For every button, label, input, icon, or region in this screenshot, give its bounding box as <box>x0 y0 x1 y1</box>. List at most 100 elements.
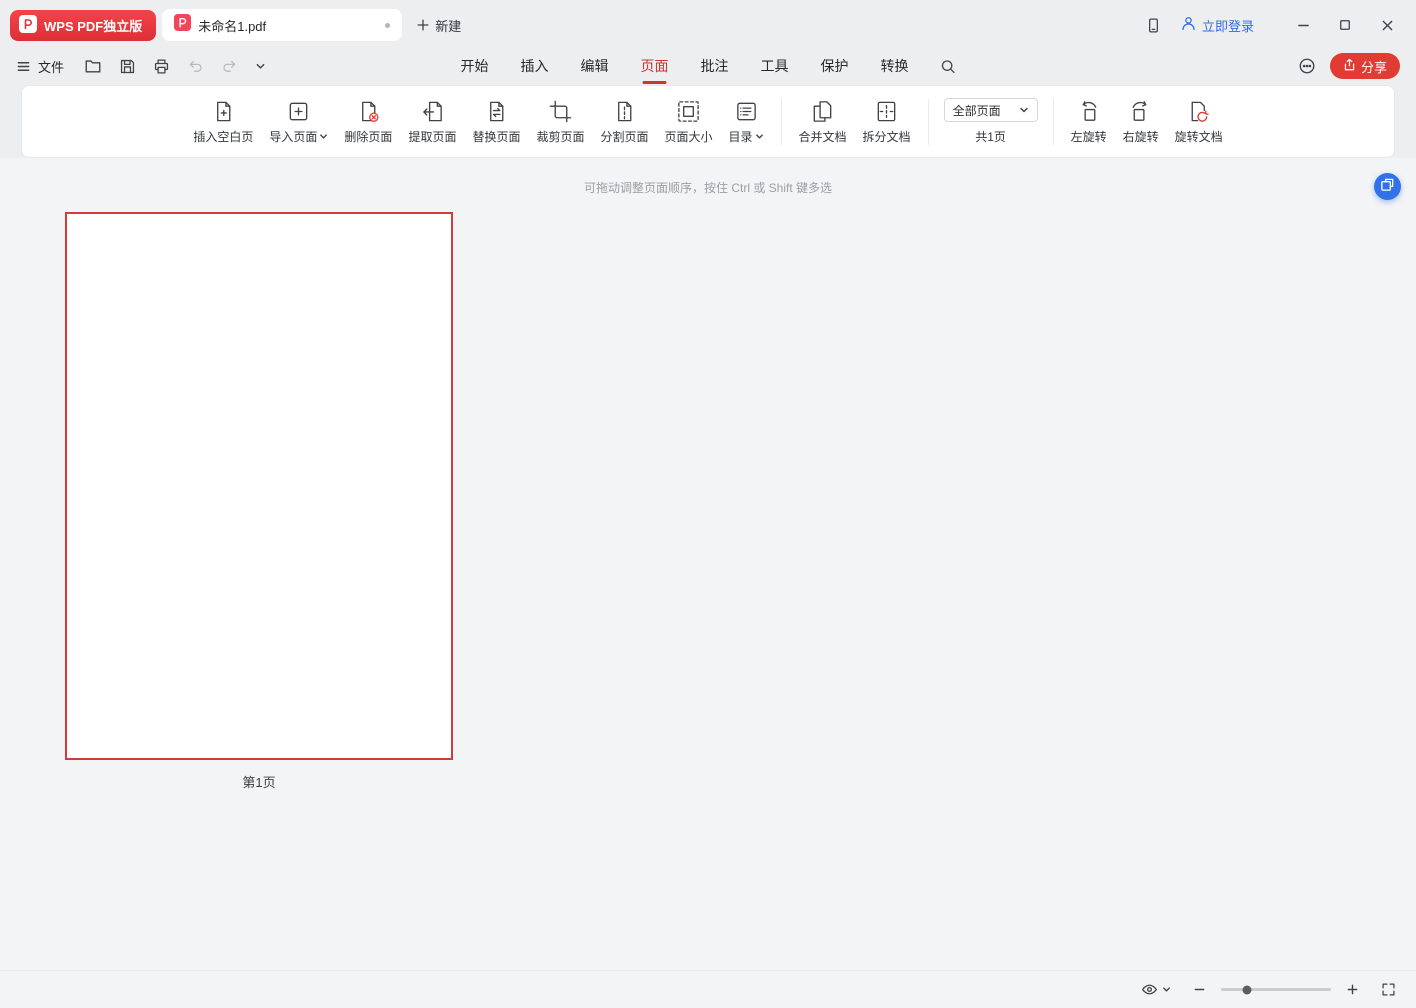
table-of-contents-icon <box>734 99 759 124</box>
tab-edit[interactable]: 编辑 <box>580 52 610 80</box>
login-button[interactable]: 立即登录 <box>1180 15 1254 35</box>
print-icon[interactable] <box>153 58 170 75</box>
ribbon-divider <box>928 99 929 145</box>
tab-start[interactable]: 开始 <box>460 52 490 80</box>
search-icon[interactable] <box>940 58 957 75</box>
page-size-icon <box>676 99 701 124</box>
mobile-view-icon[interactable] <box>1145 17 1162 34</box>
file-menu-label: 文件 <box>38 57 64 76</box>
floating-panel-button[interactable] <box>1374 173 1401 200</box>
ribbon-button-replace-pages[interactable]: 替换页面 <box>464 94 528 150</box>
ribbon-button-page-size[interactable]: 页面大小 <box>657 94 721 150</box>
tab-annotate[interactable]: 批注 <box>700 52 730 80</box>
chevron-down-icon <box>755 132 764 141</box>
app-badge-label: WPS PDF独立版 <box>44 16 142 35</box>
plus-icon <box>416 18 430 32</box>
ribbon-button-delete-pages[interactable]: 删除页面 <box>336 94 400 150</box>
eye-icon <box>1141 981 1158 998</box>
tab-protect[interactable]: 保护 <box>820 52 850 80</box>
undo-icon[interactable] <box>187 58 204 75</box>
drag-hint-text: 可拖动调整页面顺序，按住 Ctrl 或 Shift 键多选 <box>0 179 1416 196</box>
menu-tabs: 开始 插入 编辑 页面 批注 工具 保护 转换 <box>460 52 957 80</box>
close-button[interactable] <box>1372 10 1402 40</box>
menubar-right: 分享 <box>1298 53 1400 79</box>
merge-documents-icon <box>810 99 835 124</box>
rotate-document-icon <box>1186 99 1211 124</box>
quick-toolbar <box>84 57 266 75</box>
hamburger-icon <box>16 59 31 74</box>
delete-pages-icon <box>356 99 381 124</box>
ribbon-button-toc[interactable]: 目录 <box>721 94 772 150</box>
titlebar-right: 立即登录 <box>1145 10 1402 40</box>
insert-blank-page-icon <box>211 99 236 124</box>
ribbon-wrap: 插入空白页 导入页面 删除页面 提取页面 <box>0 82 1416 158</box>
zoom-in-icon[interactable] <box>1346 983 1359 996</box>
maximize-button[interactable] <box>1330 10 1360 40</box>
redo-icon[interactable] <box>221 58 238 75</box>
ribbon-button-insert-blank-page[interactable]: 插入空白页 <box>185 94 261 150</box>
chevron-down-icon <box>1162 985 1171 994</box>
ribbon-button-crop-pages[interactable]: 裁剪页面 <box>528 94 592 150</box>
document-tab-title: 未命名1.pdf <box>198 16 378 35</box>
open-folder-icon[interactable] <box>84 57 102 75</box>
wps-pdf-logo-icon <box>19 15 37 36</box>
zoom-controls <box>1193 983 1359 996</box>
ribbon-button-rotate-right[interactable]: 右旋转 <box>1115 94 1167 150</box>
ribbon: 插入空白页 导入页面 删除页面 提取页面 <box>21 85 1395 158</box>
page-thumbnail[interactable] <box>65 212 453 760</box>
page-thumbnail-label: 第1页 <box>65 772 453 791</box>
ribbon-divider <box>1053 99 1054 145</box>
ribbon-button-import-pages[interactable]: 导入页面 <box>261 94 336 150</box>
chevron-down-icon <box>319 132 328 141</box>
tab-page[interactable]: 页面 <box>640 52 670 80</box>
ribbon-divider <box>781 99 782 145</box>
zoom-out-icon[interactable] <box>1193 983 1206 996</box>
login-label: 立即登录 <box>1202 16 1254 35</box>
tab-convert[interactable]: 转换 <box>880 52 910 80</box>
menubar: 文件 开始 插入 编辑 页面 <box>0 50 1416 82</box>
tab-insert[interactable]: 插入 <box>520 52 550 80</box>
unsaved-dot <box>385 23 390 28</box>
fullscreen-icon[interactable] <box>1381 982 1396 997</box>
page-count-label: 共1页 <box>975 128 1006 145</box>
page-range-select[interactable]: 全部页面 <box>944 98 1038 122</box>
app-window: WPS PDF独立版 未命名1.pdf 新建 立即登录 <box>0 0 1416 1008</box>
replace-pages-icon <box>484 99 509 124</box>
extract-pages-icon <box>420 99 445 124</box>
page-organizer-canvas[interactable]: 可拖动调整页面顺序，按住 Ctrl 或 Shift 键多选 第1页 <box>0 158 1416 970</box>
person-icon <box>1180 15 1197 35</box>
more-settings-icon[interactable] <box>1298 57 1316 75</box>
save-icon[interactable] <box>119 58 136 75</box>
document-tab[interactable]: 未命名1.pdf <box>162 9 402 41</box>
ribbon-button-split-pages[interactable]: 分割页面 <box>592 94 656 150</box>
ribbon-button-extract-pages[interactable]: 提取页面 <box>400 94 464 150</box>
tab-tools[interactable]: 工具 <box>760 52 790 80</box>
statusbar <box>0 970 1416 1008</box>
split-pages-icon <box>612 99 637 124</box>
zoom-slider[interactable] <box>1221 988 1331 991</box>
share-button[interactable]: 分享 <box>1330 53 1400 79</box>
toolbar-chevron-down-icon[interactable] <box>255 61 266 72</box>
share-label: 分享 <box>1361 57 1387 76</box>
import-pages-icon <box>286 99 311 124</box>
page-range-group: 全部页面 共1页 <box>938 98 1044 145</box>
share-icon <box>1343 58 1356 74</box>
ribbon-button-rotate-document[interactable]: 旋转文档 <box>1167 94 1231 150</box>
file-menu-button[interactable]: 文件 <box>16 57 64 76</box>
ribbon-button-rotate-left[interactable]: 左旋转 <box>1063 94 1115 150</box>
crop-pages-icon <box>548 99 573 124</box>
titlebar: WPS PDF独立版 未命名1.pdf 新建 立即登录 <box>0 0 1416 50</box>
panel-icon <box>1380 177 1395 197</box>
app-badge[interactable]: WPS PDF独立版 <box>10 10 156 41</box>
minimize-button[interactable] <box>1288 10 1318 40</box>
split-documents-icon <box>874 99 899 124</box>
view-mode-button[interactable] <box>1141 981 1171 998</box>
pdf-file-icon <box>174 14 191 36</box>
new-tab-label: 新建 <box>435 16 461 35</box>
rotate-left-icon <box>1076 99 1101 124</box>
ribbon-button-split-documents[interactable]: 拆分文档 <box>855 94 919 150</box>
rotate-right-icon <box>1128 99 1153 124</box>
new-tab-button[interactable]: 新建 <box>416 16 461 35</box>
ribbon-button-merge-documents[interactable]: 合并文档 <box>791 94 855 150</box>
zoom-slider-handle[interactable] <box>1243 985 1252 994</box>
